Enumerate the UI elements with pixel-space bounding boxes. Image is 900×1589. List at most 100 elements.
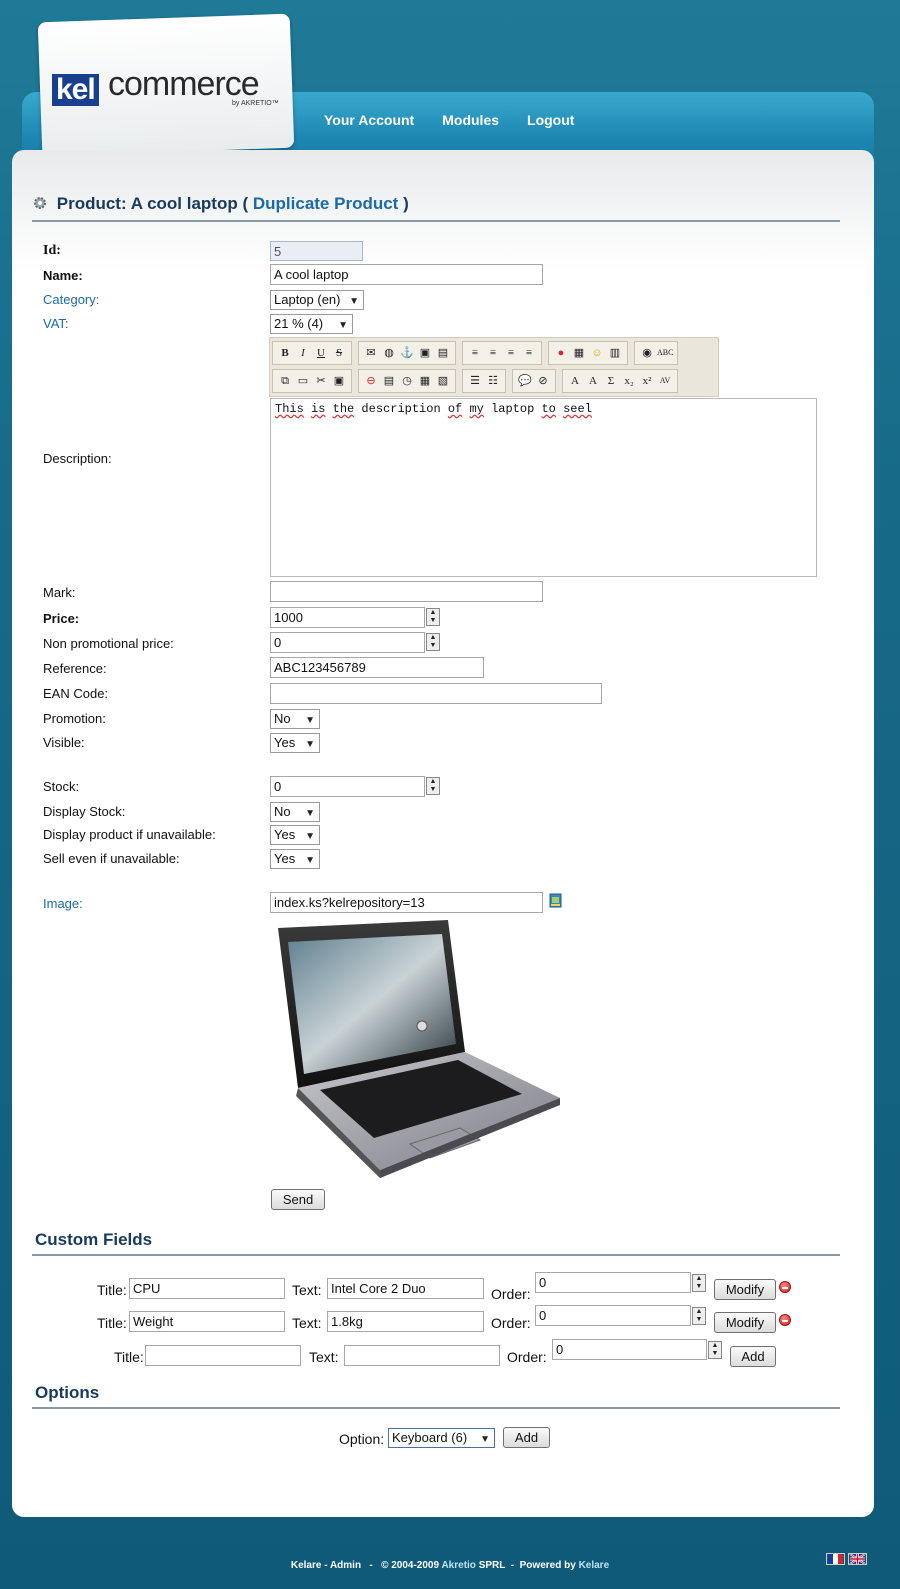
ean-input[interactable] [270,683,602,704]
french-flag-icon[interactable] [826,1553,845,1565]
duplicate-product-link[interactable]: Duplicate Product [253,194,398,213]
option-select[interactable]: Keyboard (6) ▼ [388,1428,495,1448]
toolbar-format-group: B I U S [272,341,352,365]
nonpromo-stepper[interactable]: ▲ ▼ [426,633,440,651]
stock-stepper[interactable]: ▲ ▼ [426,777,440,795]
cut-icon[interactable]: ✂ [313,373,329,389]
kelcommerce-logo[interactable]: kel commerce by AKRETIO™ [52,65,282,114]
reference-input[interactable]: ABC123456789 [270,657,484,678]
cf-new-text-input[interactable] [344,1345,500,1366]
character-map-icon[interactable]: AV [657,373,673,389]
bold-icon[interactable]: B [277,345,293,361]
uk-flag-icon[interactable] [848,1553,867,1565]
image-input[interactable]: index.ks?kelrepository=13 [270,892,543,913]
bullet-list-icon[interactable]: ☰ [467,373,483,389]
stock-input[interactable]: 0 [270,776,425,797]
spellcheck-icon[interactable]: ABC [657,345,673,361]
mark-input[interactable] [270,581,543,602]
image-icon[interactable]: ▣ [417,345,433,361]
table-icon[interactable]: ▥ [607,345,623,361]
description-editor[interactable]: This is the description of my laptop to … [270,398,817,577]
clock-icon[interactable]: ◷ [399,373,415,389]
gear-icon [34,197,46,209]
subscript-icon[interactable]: x₂ [621,373,637,389]
add-custom-field-button[interactable]: Add [730,1346,776,1367]
link-icon[interactable]: ◍ [381,345,397,361]
background-color-icon[interactable]: ▦ [571,345,587,361]
nonpromo-input[interactable]: 0 [270,632,425,653]
price-input[interactable]: 1000 [270,607,425,628]
cf-new-title-input[interactable] [145,1345,301,1366]
title-prefix: Product: A cool laptop ( [56,194,249,213]
sell-unavailable-select[interactable]: Yes ▼ [270,849,320,869]
nav-modules[interactable]: Modules [442,112,499,128]
modify-button[interactable]: Modify [714,1279,776,1300]
email-icon[interactable]: ✉ [363,345,379,361]
align-center-icon[interactable]: ≡ [485,345,501,361]
browse-image-icon[interactable] [549,893,563,909]
template-icon[interactable]: ▤ [381,373,397,389]
nav-logout[interactable]: Logout [527,112,574,128]
footer-akretio-link[interactable]: Akretio [441,1560,475,1571]
editor-toolbar: B I U S ✉ ◍ ⚓ ▣ ▤ ≡ ≡ ≡ ≡ ● ▦ ☺ ▥ ◉ ABC [269,337,719,397]
cf-text-input[interactable]: 1.8kg [327,1311,484,1332]
send-button[interactable]: Send [271,1189,325,1210]
cf-order-stepper[interactable]: ▲ ▼ [692,1307,706,1325]
display-stock-select[interactable]: No ▼ [270,802,320,822]
cf-order-stepper[interactable]: ▲ ▼ [692,1274,706,1292]
remove-format-icon[interactable]: ⊖ [363,373,379,389]
image-label[interactable]: Image: [43,896,83,911]
cf-text-input[interactable]: Intel Core 2 Duo [327,1278,484,1299]
cf-order-input[interactable]: 0 [535,1305,691,1326]
display-unavailable-select[interactable]: Yes ▼ [270,825,320,845]
cf-order-input[interactable]: 0 [535,1272,691,1293]
cf-new-order-input[interactable]: 0 [552,1339,707,1360]
paste-icon[interactable]: ▭ [295,373,311,389]
delete-comment-icon[interactable]: ⊘ [535,373,551,389]
chevron-down-icon: ▼ [305,855,315,866]
add-option-button[interactable]: Add [503,1427,550,1448]
numbered-list-icon[interactable]: ☷ [485,373,501,389]
replace-icon[interactable]: A [585,373,601,389]
align-left-icon[interactable]: ≡ [467,345,483,361]
style-icon[interactable]: ▧ [435,373,451,389]
nav-your-account[interactable]: Your Account [324,112,414,128]
desc-text [304,402,311,416]
visible-select[interactable]: Yes ▼ [270,733,320,753]
price-stepper[interactable]: ▲ ▼ [426,608,440,626]
find-icon[interactable]: A [567,373,583,389]
vat-label[interactable]: VAT: [43,316,69,331]
align-justify-icon[interactable]: ≡ [521,345,537,361]
category-select[interactable]: Laptop (en) ▼ [270,290,364,310]
superscript-icon[interactable]: x² [639,373,655,389]
cf-title-input[interactable]: Weight [129,1311,285,1332]
layer-icon[interactable]: ▦ [417,373,433,389]
strikethrough-icon[interactable]: S [331,345,347,361]
comment-icon[interactable]: 💬 [517,373,533,389]
media-icon[interactable]: ▤ [435,345,451,361]
preview-icon[interactable]: ◉ [639,345,655,361]
category-label[interactable]: Category: [43,292,99,307]
copy-icon[interactable]: ⧉ [277,373,293,389]
chevron-down-icon: ▼ [305,739,315,750]
color-icon[interactable]: ● [553,345,569,361]
sigma-icon[interactable]: Σ [603,373,619,389]
vat-select[interactable]: 21 % (4) ▼ [270,314,353,334]
page-title: Product: A cool laptop ( Duplicate Produ… [32,194,840,222]
emoticon-icon[interactable]: ☺ [589,345,605,361]
promotion-select[interactable]: No ▼ [270,709,320,729]
display-unavailable-label: Display product if unavailable: [43,827,216,842]
anchor-icon[interactable]: ⚓ [399,345,415,361]
cf-title-input[interactable]: CPU [129,1278,285,1299]
modify-button[interactable]: Modify [714,1312,776,1333]
stock-label: Stock: [43,779,80,794]
footer-kelare-link[interactable]: Kelare [579,1560,610,1571]
delete-icon[interactable] [779,1281,791,1293]
italic-icon[interactable]: I [295,345,311,361]
align-right-icon[interactable]: ≡ [503,345,519,361]
select-all-icon[interactable]: ▣ [331,373,347,389]
cf-new-order-stepper[interactable]: ▲ ▼ [708,1341,722,1359]
name-input[interactable]: A cool laptop [270,264,543,285]
underline-icon[interactable]: U [313,345,329,361]
delete-icon[interactable] [779,1314,791,1326]
